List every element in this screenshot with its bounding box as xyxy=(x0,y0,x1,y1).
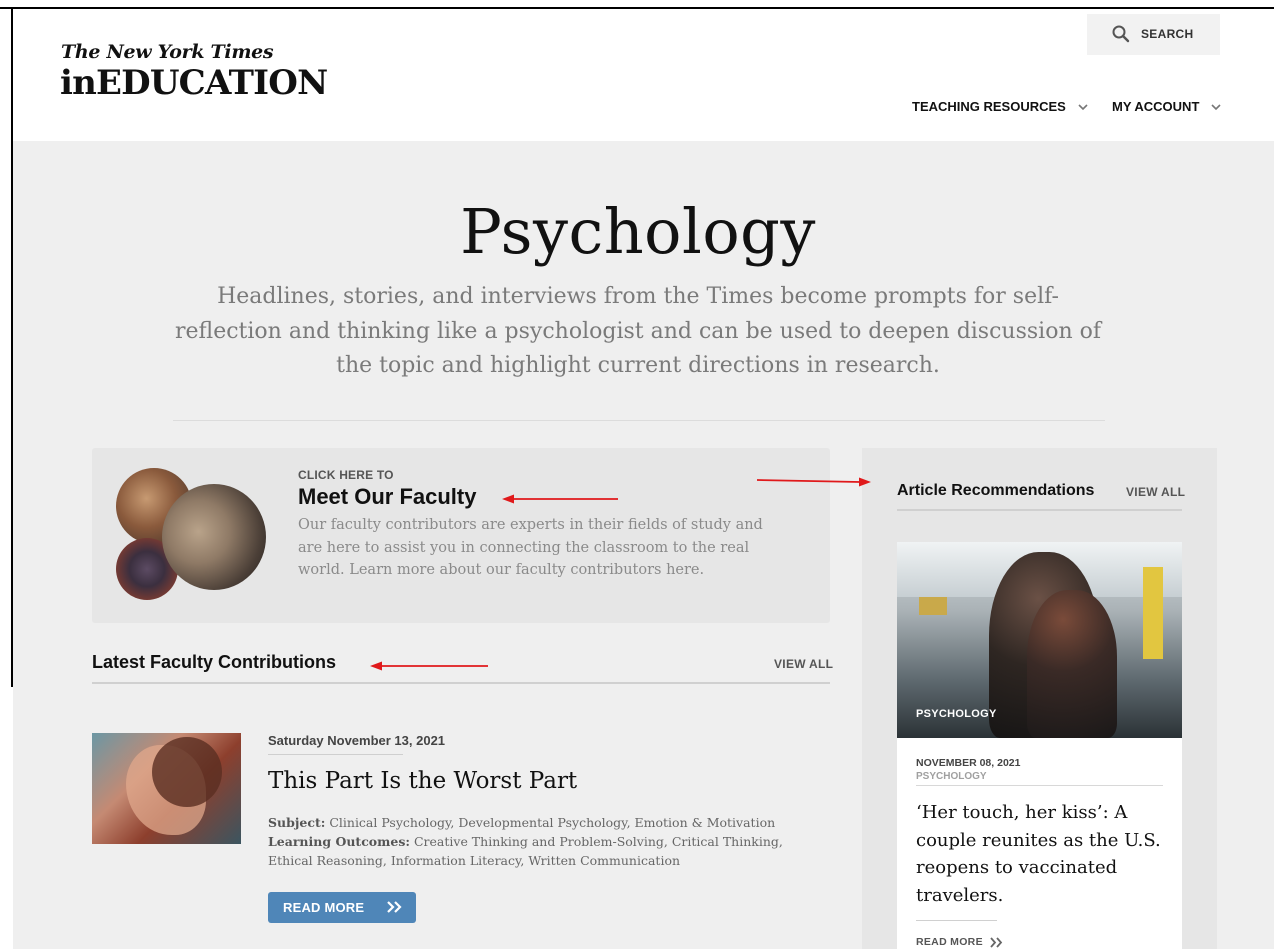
faculty-pre-label: CLICK HERE TO xyxy=(298,468,394,482)
nav-label: MY ACCOUNT xyxy=(1112,99,1200,114)
outcomes-label: Learning Outcomes: xyxy=(268,834,410,849)
search-icon xyxy=(1112,25,1130,43)
contribution-thumbnail[interactable] xyxy=(92,733,241,844)
page-description: Headlines, stories, and interviews from … xyxy=(175,284,1101,378)
divider xyxy=(897,509,1182,511)
recommendation-read-more-link[interactable]: READ MORE xyxy=(916,936,1004,948)
faculty-photo-cluster xyxy=(116,468,276,603)
recommendations-heading: Article Recommendations xyxy=(897,482,1095,499)
read-more-label: READ MORE xyxy=(283,900,365,915)
nav-label: TEACHING RESOURCES xyxy=(912,99,1066,114)
subject-label: Subject: xyxy=(268,815,326,830)
nav-my-account[interactable]: MY ACCOUNT xyxy=(1112,99,1221,114)
subject-value: Clinical Psychology, Developmental Psych… xyxy=(329,815,776,830)
double-chevron-right-icon xyxy=(387,901,402,913)
recommendation-image[interactable]: PSYCHOLOGY xyxy=(897,542,1182,738)
page-title: Psychology xyxy=(460,195,816,268)
recommendation-card[interactable]: PSYCHOLOGY NOVEMBER 08, 2021 PSYCHOLOGY … xyxy=(897,542,1182,949)
site-header: The New York Times inEDUCATION SEARCH TE… xyxy=(13,9,1274,141)
logo-ineducation[interactable]: inEDUCATION xyxy=(60,63,328,103)
logo-nyt[interactable]: The New York Times xyxy=(61,41,274,63)
search-label: SEARCH xyxy=(1141,27,1194,41)
main-content: Psychology Headlines, stories, and inter… xyxy=(13,141,1274,949)
contribution-date: Saturday November 13, 2021 xyxy=(268,733,446,748)
contribution-meta: Subject: Clinical Psychology, Developmen… xyxy=(268,813,808,870)
meet-faculty-card[interactable]: CLICK HERE TO Meet Our Faculty Our facul… xyxy=(92,448,830,623)
divider xyxy=(268,754,403,755)
divider xyxy=(173,420,1105,421)
divider xyxy=(92,682,830,684)
divider xyxy=(916,920,997,921)
image-category-tag: PSYCHOLOGY xyxy=(916,708,997,720)
contribution-title-link[interactable]: This Part Is the Worst Part xyxy=(268,768,577,794)
search-button[interactable]: SEARCH xyxy=(1087,14,1220,55)
article-recommendations-panel: Article Recommendations VIEW ALL PSYCHOL… xyxy=(862,448,1217,949)
divider xyxy=(916,785,1163,786)
read-more-button[interactable]: READ MORE xyxy=(268,892,416,923)
faculty-title-link[interactable]: Meet Our Faculty xyxy=(298,484,476,510)
chevron-down-icon xyxy=(1078,103,1088,110)
faculty-photo xyxy=(162,484,266,590)
faculty-description: Our faculty contributors are experts in … xyxy=(298,517,763,578)
latest-contributions-heading: Latest Faculty Contributions xyxy=(92,652,337,672)
recommendation-headline-link[interactable]: ‘Her touch, her kiss’: A couple reunites… xyxy=(916,799,1166,909)
double-chevron-right-icon xyxy=(990,936,1003,948)
read-more-label: READ MORE xyxy=(916,936,983,948)
latest-view-all-link[interactable]: VIEW ALL xyxy=(774,657,833,671)
nav-teaching-resources[interactable]: TEACHING RESOURCES xyxy=(912,99,1088,114)
recommendations-view-all-link[interactable]: VIEW ALL xyxy=(1126,485,1185,499)
recommendation-category: PSYCHOLOGY xyxy=(916,771,987,782)
chevron-down-icon xyxy=(1211,103,1221,110)
recommendation-date: NOVEMBER 08, 2021 xyxy=(916,757,1021,769)
